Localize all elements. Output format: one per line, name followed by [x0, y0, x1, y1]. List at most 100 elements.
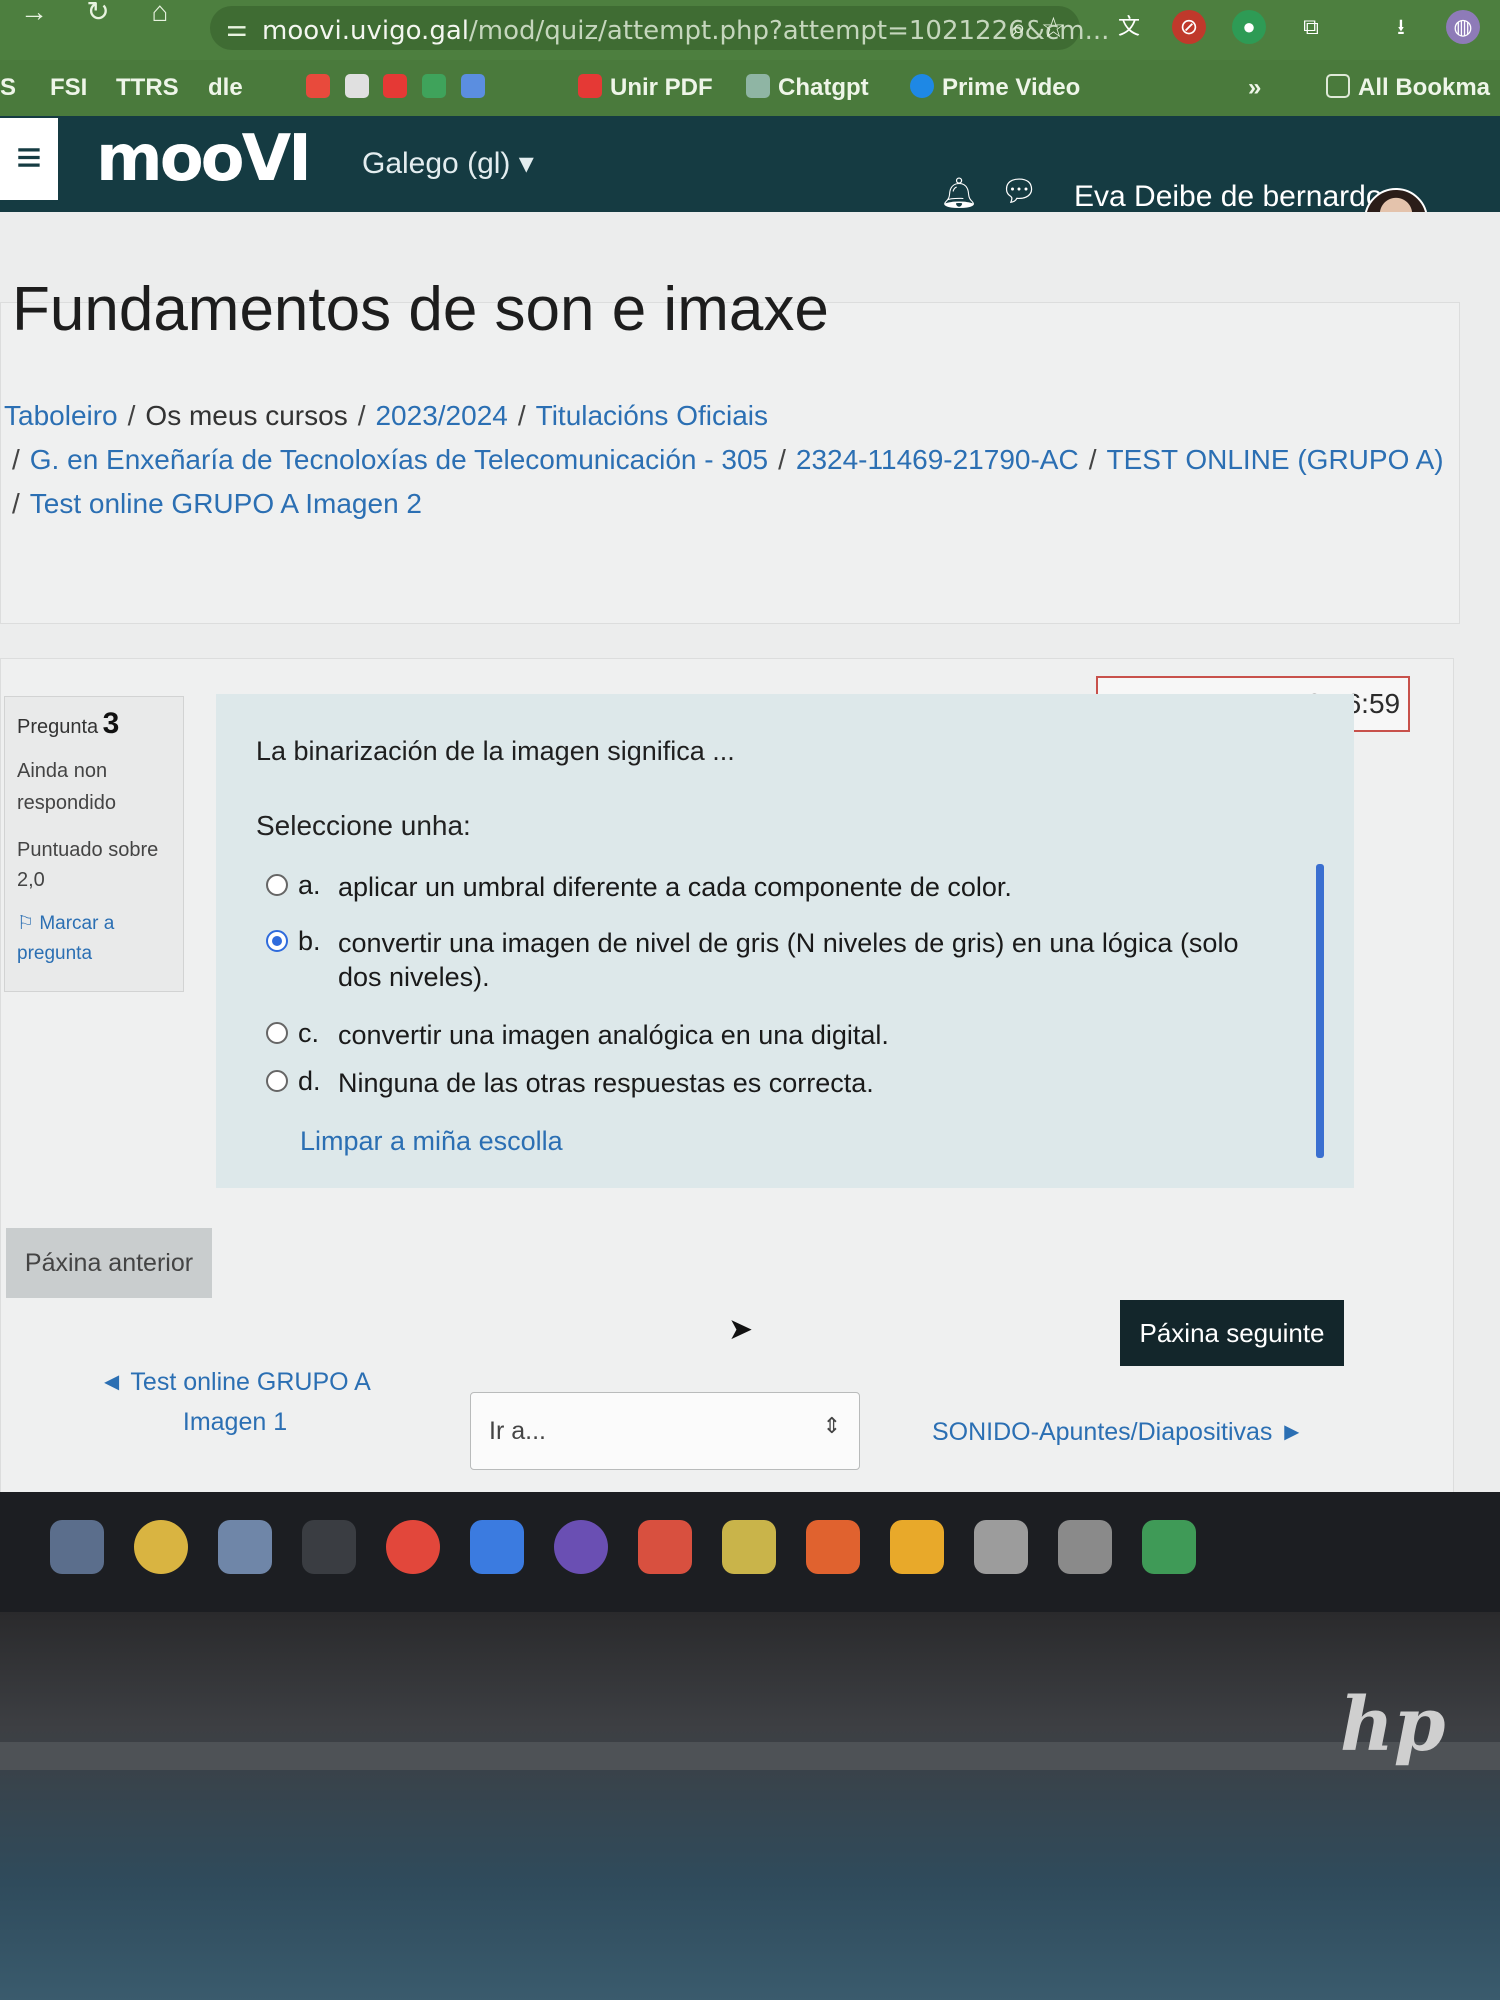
breadcrumb-quiz[interactable]: Test online GRUPO A Imagen 2	[30, 488, 422, 519]
bookmark-prime-video[interactable]: Prime Video	[910, 74, 1080, 102]
folder-icon	[1326, 74, 1350, 98]
gmail-icon[interactable]	[344, 74, 369, 98]
page-content: Fundamentos de son e imaxe Taboleiro / Os …	[0, 212, 1500, 1592]
breadcrumb-year[interactable]: 2023/2024	[375, 400, 507, 431]
question-grade: Puntuado sobre 2,0	[17, 839, 159, 891]
notes-icon[interactable]	[890, 1520, 944, 1574]
previous-page-button[interactable]: Páxina anterior	[6, 1228, 212, 1298]
calendar-icon[interactable]	[638, 1520, 692, 1574]
radio-d[interactable]	[266, 1070, 288, 1092]
next-page-button[interactable]: Páxina seguinte	[1120, 1300, 1344, 1366]
select-arrows-icon: ⇕	[822, 1413, 841, 1438]
breadcrumb-home[interactable]: Taboleiro	[4, 400, 118, 431]
jump-to-activity-select[interactable]: Ir a... ⇕	[470, 1392, 860, 1470]
answer-letter: c.	[298, 1018, 320, 1048]
recycle-icon[interactable]	[1142, 1520, 1196, 1574]
translate-bookmark-icon[interactable]	[460, 74, 485, 98]
chrome-icon[interactable]	[386, 1520, 440, 1574]
geometry-icon[interactable]	[722, 1520, 776, 1574]
mouse-cursor-icon: ➤	[728, 1313, 754, 1346]
answer-text: convertir una imagen analógica en una di…	[338, 1020, 889, 1050]
jump-select-value: Ir a...	[489, 1417, 546, 1445]
hamburger-menu-icon[interactable]: ≡	[0, 118, 58, 200]
matlab-icon[interactable]	[806, 1520, 860, 1574]
site-navbar: ≡ mooVI Galego (gl) ▾ 🔔︎ 💬︎ Eva Deibe de…	[0, 116, 1500, 252]
all-bookmarks[interactable]: All Bookma	[1326, 74, 1490, 102]
breadcrumb-degree[interactable]: G. en Enxeñaría de Tecnoloxías de Teleco…	[30, 444, 768, 475]
question-label: Pregunta	[17, 716, 99, 738]
radio-b[interactable]	[266, 930, 288, 952]
breadcrumb-category[interactable]: Titulacións Oficiais	[536, 400, 768, 431]
bookmark-red-icon[interactable]	[306, 74, 330, 98]
bookmark-dle[interactable]: dle	[208, 74, 243, 102]
bookmark-chatgpt[interactable]: Chatgpt	[746, 74, 869, 102]
address-bar[interactable]: ⚌ moovi.uvigo.gal/mod/quiz/attempt.php?a…	[210, 6, 1109, 50]
chatgpt-icon	[746, 74, 770, 98]
question-text: La binarización de la imagen significa .…	[256, 736, 735, 766]
extension-green-icon[interactable]: ●	[1232, 10, 1266, 44]
radio-c[interactable]	[266, 1022, 288, 1044]
answer-letter: b.	[298, 926, 321, 956]
caret-down-icon: ▾	[518, 147, 534, 180]
bookmark-s[interactable]: S	[0, 74, 16, 102]
scrollbar[interactable]	[1316, 864, 1324, 1158]
hp-logo: hp	[1340, 1682, 1446, 1768]
course-title: Fundamentos de son e imaxe	[12, 275, 829, 344]
disc-icon[interactable]	[134, 1520, 188, 1574]
breadcrumb-section[interactable]: TEST ONLINE (GRUPO A)	[1106, 444, 1443, 475]
document-icon[interactable]	[218, 1520, 272, 1574]
url-text: moovi.uvigo.gal/mod/quiz/attempt.php?att…	[262, 16, 1110, 46]
home-icon[interactable]: ⌂	[140, 0, 180, 40]
next-activity-link[interactable]: SONIDO-Apuntes/Diapositivas ►	[932, 1412, 1304, 1452]
clear-choice-link[interactable]: Limpar a miña escolla	[300, 1126, 563, 1157]
answer-text: convertir una imagen de nivel de gris (N…	[338, 928, 1239, 992]
bookmark-star-icon[interactable]: ☆	[1041, 11, 1066, 44]
user-name[interactable]: Eva Deibe de bernardo	[1074, 180, 1383, 214]
pdf-icon	[578, 74, 602, 98]
bookmark-ttrs[interactable]: TTRS	[116, 74, 179, 102]
site-info-icon[interactable]: ⚌	[226, 14, 248, 43]
notifications-bell-icon[interactable]: 🔔︎	[940, 176, 978, 211]
question-number: 3	[102, 707, 120, 740]
messages-icon[interactable]: 💬︎	[1000, 174, 1038, 209]
question-state: Ainda non respondido	[17, 760, 116, 814]
forward-icon[interactable]: →	[14, 0, 54, 40]
breadcrumb-subject[interactable]: 2324-11469-21790-AC	[796, 444, 1079, 475]
gray-app-icon[interactable]	[1058, 1520, 1112, 1574]
question-formulation: La binarización de la imagen significa .…	[216, 694, 1354, 1188]
download-icon[interactable]: ⭳	[1384, 10, 1418, 44]
flag-question-link[interactable]: ⚐ Marcar a pregunta	[17, 909, 171, 969]
breadcrumb-row-2: / G. en Enxeñaría de Tecnoloxías de Telec…	[12, 444, 1444, 475]
zoom-icon[interactable]: ⌕	[1011, 12, 1026, 44]
translate-icon[interactable]: 文	[1112, 10, 1146, 44]
youtube-icon[interactable]	[383, 74, 408, 98]
previous-activity-link[interactable]: ◄ Test online GRUPO A Imagen 1	[90, 1362, 380, 1442]
os-taskbar	[0, 1492, 1500, 1612]
bookmark-unir-pdf[interactable]: Unir PDF	[578, 74, 713, 102]
site-logo[interactable]: mooVI	[96, 122, 312, 196]
bookmark-fsi[interactable]: FSI	[50, 74, 87, 102]
laptop-bezel: hp	[0, 1612, 1500, 2000]
terminal-icon[interactable]	[302, 1520, 356, 1574]
answer-text: Ninguna de las otras respuestas es corre…	[338, 1068, 874, 1098]
browser-toolbar: → ↻ ⌂ ⚌ moovi.uvigo.gal/mod/quiz/attempt…	[0, 0, 1500, 60]
extension-red-icon[interactable]: ⊘	[1172, 10, 1206, 44]
profile-icon[interactable]: ◍	[1446, 10, 1480, 44]
language-menu[interactable]: Galego (gl) ▾	[362, 146, 534, 181]
radio-a[interactable]	[266, 874, 288, 896]
reload-icon[interactable]: ↻	[78, 0, 118, 40]
bookmarks-overflow-chevron[interactable]: »	[1248, 74, 1261, 102]
files-icon[interactable]	[50, 1520, 104, 1574]
flag-icon: ⚐	[17, 913, 35, 934]
laptop-hinge	[0, 1742, 1500, 1770]
maps-icon[interactable]	[422, 74, 447, 98]
answer-letter: a.	[298, 870, 321, 900]
eclipse-icon[interactable]	[554, 1520, 608, 1574]
extensions-puzzle-icon[interactable]: ⧉	[1294, 10, 1328, 44]
breadcrumb-my-courses[interactable]: Os meus cursos	[145, 400, 347, 431]
breadcrumb: Taboleiro / Os meus cursos/2023/2024/Titul…	[4, 400, 768, 431]
bookmark-icon-row[interactable]	[306, 74, 493, 102]
pen-icon[interactable]	[470, 1520, 524, 1574]
blank-app-icon[interactable]	[974, 1520, 1028, 1574]
bookmarks-bar: S FSI TTRS dle Unir PDF Chatgpt Prime Vi…	[0, 60, 1500, 116]
